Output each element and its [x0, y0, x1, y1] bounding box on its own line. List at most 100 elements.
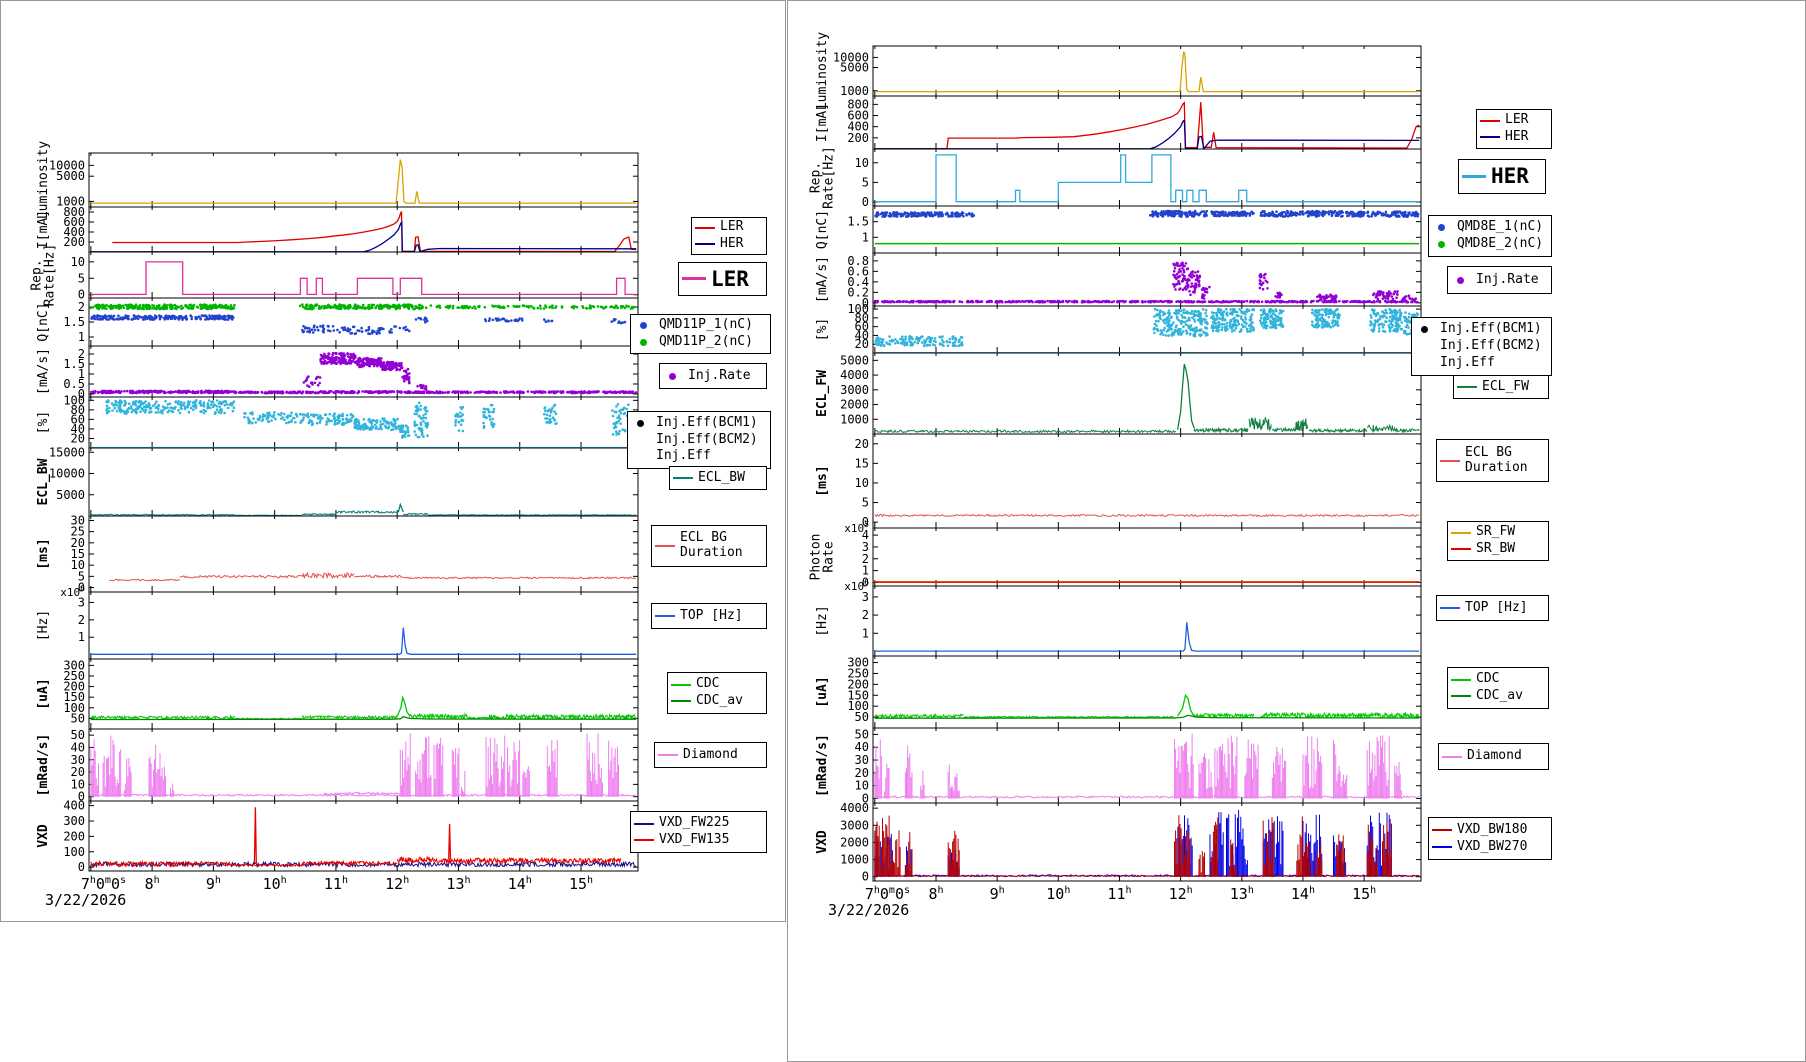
series-inj-eff-bcm1- — [483, 408, 486, 411]
series-inj-eff-bcm1- — [107, 401, 110, 404]
series-inj-rate — [1252, 300, 1255, 303]
series-qmd8e_1-nc- — [1372, 211, 1375, 214]
series-qmd8e_1-nc- — [1331, 210, 1334, 213]
series-inj-eff-bcm1- — [350, 413, 353, 416]
series-inj-eff-bcm1- — [283, 419, 286, 422]
series-ecl-bg-duration — [354, 575, 403, 577]
series-inj-eff-bcm1- — [960, 341, 963, 344]
series-inj-eff-bcm1- — [952, 344, 955, 347]
legend-cdc: CDCCDC_av — [667, 672, 767, 714]
series-qmd11p_1-nc- — [122, 316, 125, 319]
series-qmd11p_2-nc- — [301, 303, 304, 306]
legend-ecl_bw: ECL_BW — [669, 466, 767, 490]
series-qmd11p_2-nc- — [515, 305, 518, 308]
series-qmd11p_1-nc- — [419, 317, 422, 320]
series-inj-rate — [101, 391, 104, 394]
series-inj-eff-bcm1- — [392, 428, 395, 431]
series-qmd11p_2-nc- — [139, 304, 142, 307]
date-label: 3/22/2026 — [828, 901, 909, 919]
series-inj-rate — [1095, 300, 1098, 303]
series-inj-eff-bcm1- — [554, 419, 557, 422]
series-inj-eff-bcm1- — [875, 340, 878, 343]
series-inj-eff-bcm1- — [257, 418, 260, 421]
series-inj-eff-bcm1- — [330, 420, 333, 423]
series-qmd8e_1-nc- — [1350, 212, 1353, 215]
series-inj-eff-bcm1- — [1189, 333, 1192, 336]
series-inj-eff-bcm1- — [371, 425, 374, 428]
series-inj-eff-bcm1- — [270, 419, 273, 422]
series-inj-eff-bcm1- — [140, 403, 143, 406]
series-inj-eff-bcm1- — [491, 411, 494, 414]
series-inj-rate — [1037, 300, 1040, 303]
series-inj-rate — [893, 301, 896, 304]
series-inj-rate — [929, 301, 932, 304]
series-inj-rate — [1271, 300, 1274, 303]
series-inj-eff-bcm1- — [379, 420, 382, 423]
series-cdc — [91, 716, 235, 719]
series-inj-rate — [329, 390, 332, 393]
series-qmd8e_1-nc- — [1271, 213, 1274, 216]
series-qmd11p_2-nc- — [96, 307, 99, 310]
series-inj-rate — [323, 353, 326, 356]
series-inj-eff-bcm1- — [148, 411, 151, 414]
series-inj-eff-bcm1- — [316, 422, 319, 425]
series-inj-rate — [419, 384, 422, 387]
series-inj-rate — [401, 366, 404, 369]
series-inj-eff-bcm1- — [195, 399, 198, 402]
series-inj-eff-bcm1- — [894, 338, 897, 341]
series-inj-eff-bcm1- — [115, 401, 118, 404]
series-qmd11p_2-nc- — [349, 304, 352, 307]
legend-diamond: Diamond — [654, 742, 767, 768]
series-qmd11p_2-nc- — [312, 306, 315, 309]
series-qmd11p_1-nc- — [327, 325, 330, 328]
series-inj-eff-bcm1- — [148, 405, 151, 408]
series-inj-rate — [213, 390, 216, 393]
series-qmd11p_2-nc- — [502, 306, 505, 309]
series-inj-eff-bcm1- — [426, 434, 429, 437]
series-inj-rate — [187, 390, 190, 393]
series-inj-rate — [1382, 298, 1385, 301]
series-qmd11p_2-nc- — [419, 307, 422, 310]
series-inj-eff-bcm1- — [395, 427, 398, 430]
series-inj-rate — [192, 390, 195, 393]
series-ecl-bg-duration — [403, 577, 636, 579]
series-qmd11p_1-nc- — [144, 318, 147, 321]
series-inj-rate — [220, 392, 223, 395]
legend-entry: Diamond — [658, 748, 763, 763]
series-qmd11p_2-nc- — [90, 307, 93, 310]
series-inj-rate — [1405, 295, 1408, 298]
series-inj-rate — [1206, 291, 1209, 294]
series-ecl_bw — [302, 514, 336, 515]
series-inj-eff-bcm1- — [906, 344, 909, 347]
series-inj-rate — [1131, 300, 1134, 303]
series-qmd8e_1-nc- — [1174, 214, 1177, 217]
series-inj-rate — [1310, 301, 1313, 304]
series-qmd8e_1-nc- — [1331, 215, 1334, 218]
y-tick-label: 10000 — [49, 467, 85, 481]
series-qmd8e_1-nc- — [1302, 213, 1305, 216]
series-inj-rate — [301, 392, 304, 395]
series-inj-rate — [157, 390, 160, 393]
series-inj-rate — [1113, 300, 1116, 303]
series-inj-rate — [1285, 301, 1288, 304]
series-qmd11p_1-nc- — [314, 329, 317, 332]
series-inj-eff-bcm1- — [422, 420, 425, 423]
series-qmd8e_1-nc- — [881, 212, 884, 215]
series-qmd8e_1-nc- — [876, 211, 879, 214]
series-inj-rate — [933, 301, 936, 304]
series-inj-rate — [1012, 300, 1015, 303]
series-inj-rate — [398, 365, 401, 368]
series-qmd11p_2-nc- — [522, 304, 525, 307]
y-axis-label: ECL_BW — [36, 458, 51, 505]
legend-label: Inj.Eff(BCM1) — [656, 416, 758, 431]
series-inj-eff-bcm1- — [296, 415, 299, 418]
series-qmd8e_1-nc- — [1159, 212, 1162, 215]
series-inj-rate — [1377, 298, 1380, 301]
series-qmd11p_1-nc- — [303, 330, 306, 333]
series-inj-rate — [328, 353, 331, 356]
series-qmd8e_1-nc- — [1334, 210, 1337, 213]
series-qmd8e_1-nc- — [951, 212, 954, 215]
series-inj-eff-bcm1- — [940, 336, 943, 339]
series-inj-eff-bcm1- — [948, 338, 951, 341]
series-inj-rate — [353, 391, 356, 394]
